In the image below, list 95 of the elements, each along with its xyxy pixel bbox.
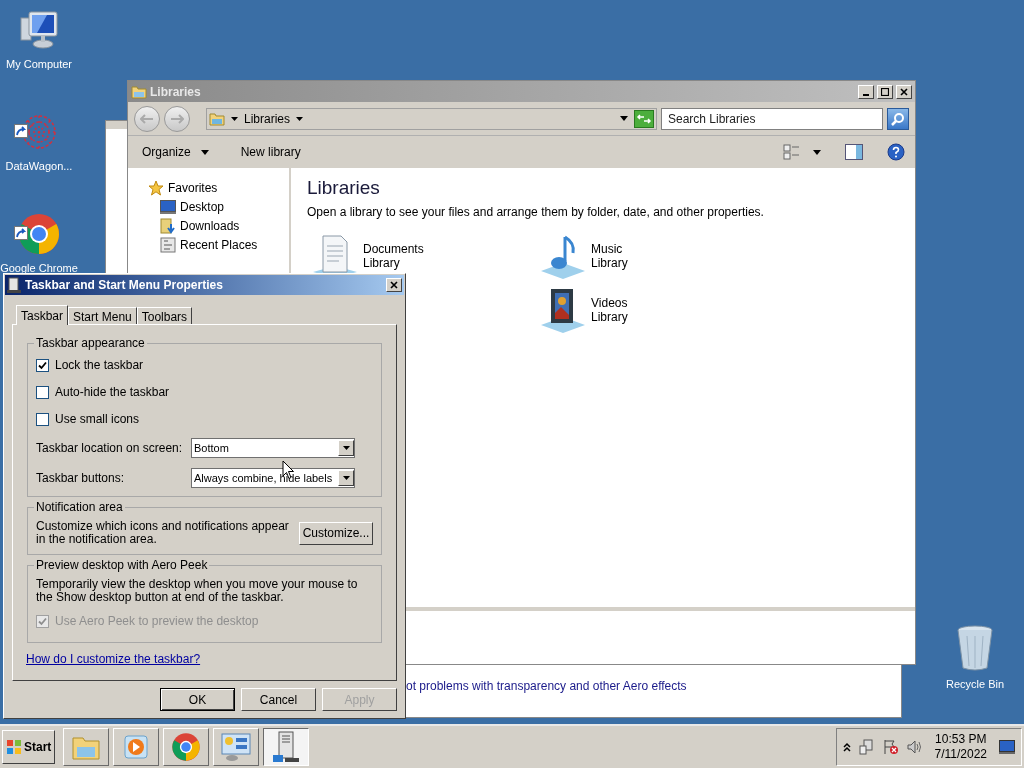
recent-places-icon xyxy=(160,236,176,253)
flag-error-icon[interactable] xyxy=(882,739,899,755)
caret-icon xyxy=(342,476,350,480)
library-name: Music xyxy=(591,241,624,256)
group-legend: Taskbar appearance xyxy=(34,336,147,351)
minimize-button[interactable] xyxy=(858,84,874,99)
tab[interactable]: Taskbar xyxy=(16,305,69,325)
close-icon xyxy=(390,281,398,289)
taskbar-icon xyxy=(7,277,21,293)
check-icon xyxy=(38,616,47,626)
star-icon xyxy=(148,179,164,196)
checkbox-label: Use small icons xyxy=(55,411,140,428)
search-field[interactable]: Search Libraries xyxy=(661,107,883,130)
content-heading: Libraries xyxy=(307,176,381,200)
back-arrow-icon xyxy=(140,113,154,124)
view-options-icon xyxy=(783,144,801,160)
libraries-icon xyxy=(209,110,225,127)
checkbox[interactable] xyxy=(36,385,49,399)
maximize-icon xyxy=(881,87,889,96)
library-type: Library xyxy=(591,309,628,324)
desktop-icon-label[interactable]: Recycle Bin xyxy=(945,676,1005,693)
start-button[interactable]: Start xyxy=(2,730,56,764)
checkbox[interactable] xyxy=(36,358,49,372)
nav-item[interactable]: Recent Places xyxy=(160,235,289,254)
library-item[interactable]: Music Library xyxy=(539,232,767,279)
caret-icon xyxy=(813,149,821,155)
checkbox[interactable] xyxy=(36,412,49,426)
windows-logo-icon xyxy=(6,739,22,755)
preview-pane-icon xyxy=(845,144,863,160)
checkbox-label: Auto-hide the taskbar xyxy=(55,384,170,401)
toolbar-button[interactable]: Organize xyxy=(138,141,213,163)
search-button[interactable] xyxy=(887,107,909,130)
help-link[interactable]: How do I customize the taskbar? xyxy=(26,650,201,668)
library-type: Library xyxy=(591,255,628,270)
close-icon xyxy=(900,87,908,96)
nav-item[interactable]: Desktop xyxy=(160,197,289,216)
tab[interactable]: Toolbars xyxy=(136,307,193,324)
desktop-icon-label[interactable]: DataWagon... xyxy=(5,158,73,175)
clock[interactable]: 10:53 PM 7/11/2022 xyxy=(930,732,991,762)
shortcut-arrow-icon xyxy=(14,226,28,240)
browser-icon xyxy=(171,732,202,762)
forward-arrow-icon xyxy=(170,113,184,124)
server-icon xyxy=(271,731,302,763)
nav-item[interactable]: Downloads xyxy=(160,216,289,235)
dropdown[interactable]: Always combine, hide labels xyxy=(191,468,355,488)
aero-troubleshoot-link[interactable]: ot problems with transparency and other Aero effects xyxy=(406,677,687,695)
check-icon xyxy=(38,360,47,370)
caret-icon xyxy=(342,446,350,450)
library-name: Documents xyxy=(363,241,424,256)
dialog-title: Taskbar and Start Menu Properties xyxy=(25,277,224,294)
dialog-button[interactable]: Cancel xyxy=(241,688,316,711)
field-label: Taskbar location on screen: xyxy=(36,440,183,457)
library-type: Library xyxy=(363,255,401,270)
play-icon xyxy=(122,733,151,761)
caret-icon xyxy=(200,149,209,155)
search-icon xyxy=(891,111,905,126)
field-label: Taskbar buttons: xyxy=(36,470,125,487)
customize-button[interactable]: Customize... xyxy=(299,521,373,545)
speaker-icon[interactable] xyxy=(906,739,923,755)
monitor-icon xyxy=(160,199,176,214)
checkbox-label: Lock the taskbar xyxy=(55,357,144,374)
shortcut-arrow-icon xyxy=(14,124,28,138)
window-title: Libraries xyxy=(150,83,202,101)
dropdown[interactable]: Bottom xyxy=(191,438,355,458)
desktop-icon-label[interactable]: My Computer xyxy=(6,56,72,73)
minimize-icon xyxy=(863,93,869,96)
library-item[interactable]: Videos Library xyxy=(539,286,767,333)
refresh-icon xyxy=(634,109,654,128)
close-button[interactable] xyxy=(386,278,402,292)
taskbar-app-button[interactable] xyxy=(263,728,310,766)
close-button[interactable] xyxy=(896,84,912,99)
group-legend: Preview desktop with Aero Peek xyxy=(34,558,210,573)
recycle-bin-icon xyxy=(955,624,995,672)
checkbox-label: Use Aero Peek to preview the desktop xyxy=(55,613,259,630)
dialog-button[interactable]: OK xyxy=(160,688,235,711)
toolbar-button[interactable]: New library xyxy=(236,141,305,163)
computer-icon xyxy=(17,8,61,52)
network-icon[interactable] xyxy=(858,739,875,755)
chevron-up-icon[interactable] xyxy=(842,742,851,752)
aero-peek-description: Temporarily view the desktop when you move your mouse to the Show desktop button at end of the taskbar. xyxy=(36,578,359,604)
tab[interactable]: Start Menu xyxy=(68,307,137,324)
film-icon xyxy=(539,286,587,333)
help-icon xyxy=(887,143,905,161)
desktop-icon-label[interactable]: Google Chrome xyxy=(0,260,78,277)
nav-item[interactable]: Favorites xyxy=(148,178,289,197)
network-manager-icon xyxy=(220,732,253,762)
content-description: Open a library to see your files and arrange them by folder, date, and other properties. xyxy=(307,203,765,221)
address-bar[interactable]: Libraries xyxy=(206,107,657,130)
notification-description: Customize which icons and notifications appear in the notification area. xyxy=(36,520,290,546)
breadcrumb[interactable]: Libraries xyxy=(244,109,291,128)
browser-icon xyxy=(17,212,61,256)
library-name: Videos xyxy=(591,295,628,310)
folder-icon xyxy=(131,84,147,99)
maximize-button[interactable] xyxy=(877,84,893,99)
download-folder-icon xyxy=(160,217,176,234)
